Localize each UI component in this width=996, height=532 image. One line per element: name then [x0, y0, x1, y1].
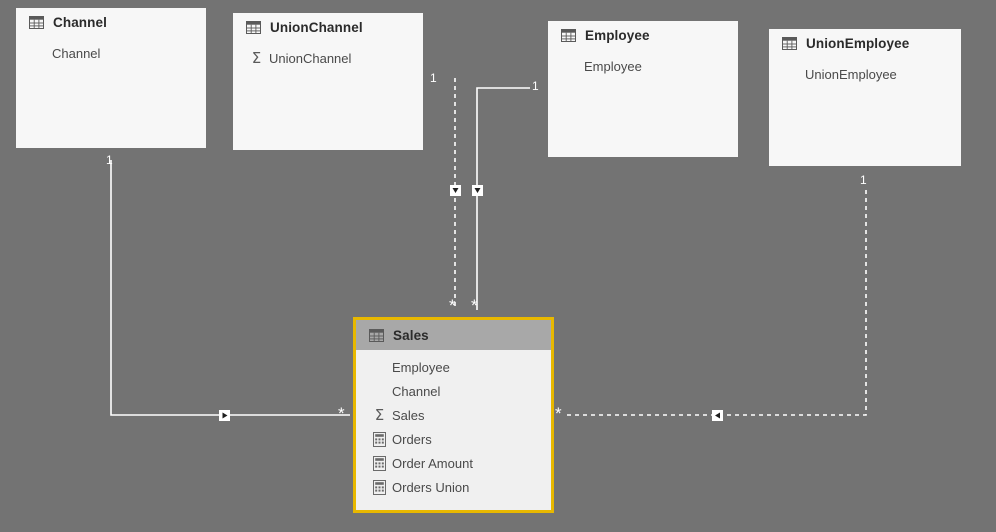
crossfilter-arrow-unionemployee-sales[interactable]: [712, 410, 723, 421]
table-card-header-sales[interactable]: Sales: [356, 320, 551, 350]
relationship-line-channel-sales[interactable]: [110, 160, 350, 416]
table-card-fields-channel: Channel: [16, 36, 206, 65]
calculator-icon: [371, 455, 388, 471]
table-icon: [369, 328, 384, 342]
table-card-employee[interactable]: Employee Employee: [548, 21, 738, 157]
field-label: Order Amount: [392, 455, 473, 471]
table-card-header-unionemployee[interactable]: UnionEmployee: [769, 29, 961, 57]
field-label: Orders Union: [392, 479, 470, 495]
table-card-title: UnionChannel: [270, 19, 363, 35]
field-row[interactable]: Σ Sales: [356, 403, 551, 427]
table-icon: [782, 36, 797, 50]
table-card-unionchannel[interactable]: UnionChannel Σ UnionChannel: [233, 13, 423, 150]
field-row[interactable]: Employee: [548, 54, 738, 78]
field-row[interactable]: UnionEmployee: [769, 62, 961, 86]
cardinality-label-channel-one: 1: [106, 153, 113, 167]
table-card-header-unionchannel[interactable]: UnionChannel: [233, 13, 423, 41]
cardinality-label-sales-many-unionchannel: *: [449, 296, 456, 315]
field-row[interactable]: Employee: [356, 355, 551, 379]
table-card-channel[interactable]: Channel Channel: [16, 8, 206, 148]
cardinality-label-sales-many-channel: *: [338, 404, 345, 423]
field-label: Channel: [52, 45, 101, 61]
table-card-header-employee[interactable]: Employee: [548, 21, 738, 49]
field-label: Employee: [584, 58, 642, 74]
crossfilter-arrow-employee-sales[interactable]: [472, 185, 483, 196]
cardinality-label-unionchannel-one: 1: [430, 71, 437, 85]
table-icon: [29, 15, 44, 29]
relationship-line-employee-sales[interactable]: [476, 87, 530, 310]
table-card-unionemployee[interactable]: UnionEmployee UnionEmployee: [769, 29, 961, 166]
table-card-title: UnionEmployee: [806, 35, 910, 51]
field-row[interactable]: Orders Union: [356, 475, 551, 499]
model-diagram-canvas[interactable]: 1 * 1 * 1 * 1 * Channel Channel UnionChann…: [0, 0, 996, 532]
field-label: Employee: [392, 359, 450, 375]
field-label: Sales: [392, 407, 425, 423]
calculator-icon: [371, 479, 388, 495]
field-label: Channel: [392, 383, 441, 399]
table-card-header-channel[interactable]: Channel: [16, 8, 206, 36]
cardinality-label-sales-many-employee: *: [471, 296, 478, 315]
field-label: UnionEmployee: [805, 66, 897, 82]
table-card-fields-unionchannel: Σ UnionChannel: [233, 41, 423, 70]
calculator-icon: [371, 431, 388, 447]
table-card-title: Sales: [393, 327, 429, 343]
cardinality-label-sales-many-unionemployee: *: [555, 404, 562, 423]
cardinality-label-unionemployee-one: 1: [860, 173, 867, 187]
table-card-title: Employee: [585, 27, 650, 43]
field-row[interactable]: Order Amount: [356, 451, 551, 475]
field-row[interactable]: Channel: [16, 41, 206, 65]
field-label: Orders: [392, 431, 432, 447]
sigma-icon: Σ: [251, 48, 262, 67]
table-icon: [246, 20, 261, 34]
relationship-line-unionemployee-sales[interactable]: [566, 190, 867, 416]
crossfilter-arrow-channel-sales[interactable]: [219, 410, 230, 421]
cardinality-label-employee-one: 1: [532, 79, 539, 93]
field-row[interactable]: Channel: [356, 379, 551, 403]
table-card-sales[interactable]: Sales Employee Channel Σ Sales Orders Order Am…: [353, 317, 554, 513]
field-row[interactable]: Σ UnionChannel: [233, 46, 423, 70]
table-card-fields-unionemployee: UnionEmployee: [769, 57, 961, 86]
field-label: UnionChannel: [269, 50, 352, 66]
table-card-fields-employee: Employee: [548, 49, 738, 78]
table-card-title: Channel: [53, 14, 107, 30]
field-row[interactable]: Orders: [356, 427, 551, 451]
crossfilter-arrow-unionchannel-sales[interactable]: [450, 185, 461, 196]
table-card-fields-sales: Employee Channel Σ Sales Orders Order Amount O…: [356, 350, 551, 499]
table-icon: [561, 28, 576, 42]
sigma-icon: Σ: [374, 405, 385, 424]
